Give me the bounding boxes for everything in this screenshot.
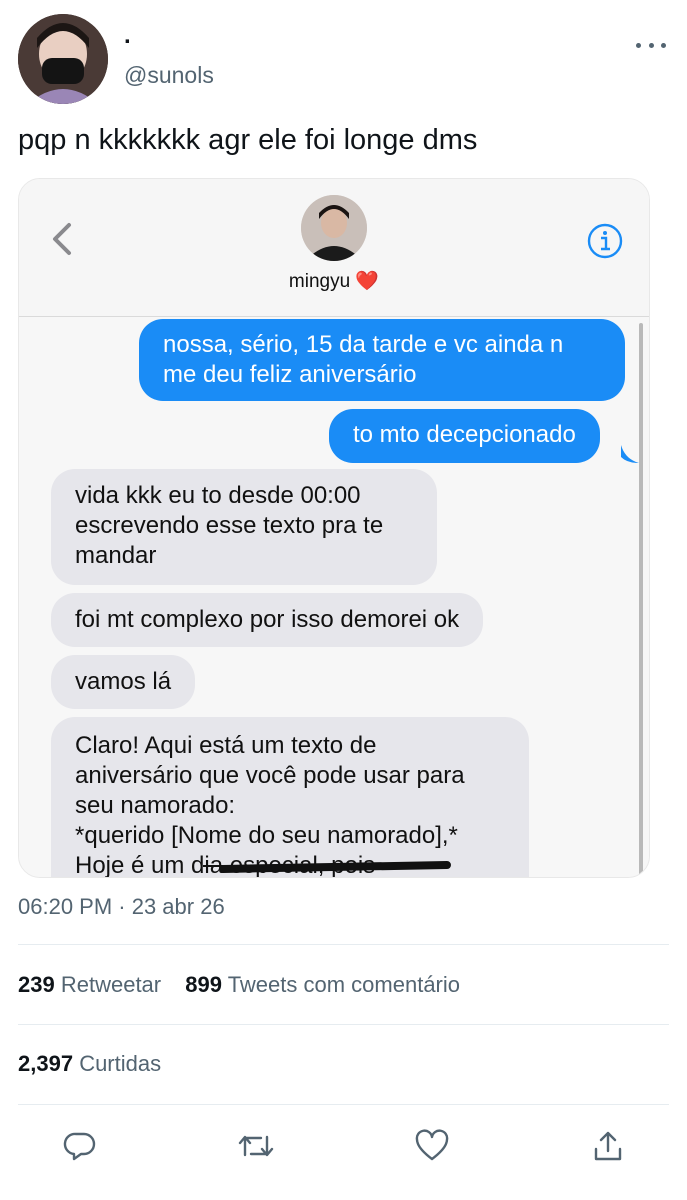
message-line: vamos lá <box>75 668 172 695</box>
message-bubble-sent: nossa, sério, 15 da tarde e vc ainda n m… <box>139 319 625 401</box>
message-bubble-sent: to mto decepcionado <box>329 409 600 463</box>
likes-link[interactable]: 2,397 Curtidas <box>18 1051 161 1076</box>
quotes-count: 899 <box>185 972 222 997</box>
tweet-media-image[interactable]: mingyu ❤️ nossa, sério, 15 da tarde e vc… <box>18 178 650 878</box>
message-line: me deu feliz aniversário <box>163 361 417 388</box>
info-icon <box>587 223 623 259</box>
message-line: Claro! Aqui está um texto de <box>75 732 377 759</box>
retweets-count: 239 <box>18 972 55 997</box>
more-horizontal-icon <box>636 42 641 48</box>
tweet-timestamp[interactable]: 06:20 PM · 23 abr 26 <box>18 894 225 920</box>
message-line: *querido [Nome do seu namorado],* <box>75 822 458 849</box>
message-bubble-received: foi mt complexo por isso demorei ok <box>51 593 484 647</box>
contact-avatar <box>301 195 367 261</box>
heart-emoji: ❤️ <box>355 271 380 292</box>
retweet-icon <box>238 1135 274 1157</box>
tweet-text: pqp n kkkkkkk agr ele foi longe dms <box>18 124 478 156</box>
contact-name: mingyu ❤️ <box>19 269 649 293</box>
author-handle[interactable]: @sunols <box>124 62 214 89</box>
chat-header: mingyu ❤️ <box>19 179 649 317</box>
message-bubble-received: Claro! Aqui está um texto de aniversário… <box>51 717 529 877</box>
quotes-label: Tweets com comentário <box>227 972 460 997</box>
message-line: vida kkk eu to desde 00:00 <box>75 482 361 509</box>
divider <box>18 1104 669 1105</box>
like-button[interactable] <box>412 1124 452 1168</box>
likes-stats: 2,397 Curtidas <box>18 1051 161 1077</box>
reply-icon <box>63 1132 96 1161</box>
retweets-label: Retweetar <box>60 972 162 997</box>
message-line: to mto decepcionado <box>353 421 576 448</box>
chevron-left-icon <box>53 223 71 255</box>
author-avatar[interactable] <box>18 14 108 104</box>
message-line: nossa, sério, 15 da tarde e vc ainda n <box>163 331 564 358</box>
message-line: mandar <box>75 542 157 569</box>
retweet-quote-stats: 239 Retweetar 899 Tweets com comentário <box>18 972 460 998</box>
message-bubble-received: vida kkk eu to desde 00:00 escrevendo es… <box>51 469 437 585</box>
contact-name-text: mingyu <box>288 271 351 292</box>
tweet-actions-bar <box>0 1124 687 1168</box>
heart-icon <box>415 1129 449 1161</box>
share-button[interactable] <box>588 1124 628 1168</box>
retweets-link[interactable]: 239 Retweetar <box>18 972 161 997</box>
share-icon <box>594 1131 622 1161</box>
divider <box>18 944 669 945</box>
scrollbar <box>639 323 643 877</box>
message-line: seu namorado: <box>75 792 236 819</box>
quotes-link[interactable]: 899 Tweets com comentário <box>185 972 460 997</box>
divider <box>18 1024 669 1025</box>
message-line: foi mt complexo por isso demorei ok <box>75 606 460 633</box>
more-options-button[interactable] <box>636 38 666 52</box>
message-thread: nossa, sério, 15 da tarde e vc ainda n m… <box>19 317 649 877</box>
bubble-tail <box>621 445 639 463</box>
message-line: escrevendo esse texto pra te <box>75 512 384 539</box>
likes-label: Curtidas <box>79 1051 162 1076</box>
retweet-button[interactable] <box>236 1124 276 1168</box>
likes-count: 2,397 <box>18 1051 74 1076</box>
message-bubble-received: vamos lá <box>51 655 196 709</box>
message-line: aniversário que você pode usar para <box>75 762 465 789</box>
author-display-name[interactable]: . <box>124 24 131 48</box>
reply-button[interactable] <box>60 1124 100 1168</box>
